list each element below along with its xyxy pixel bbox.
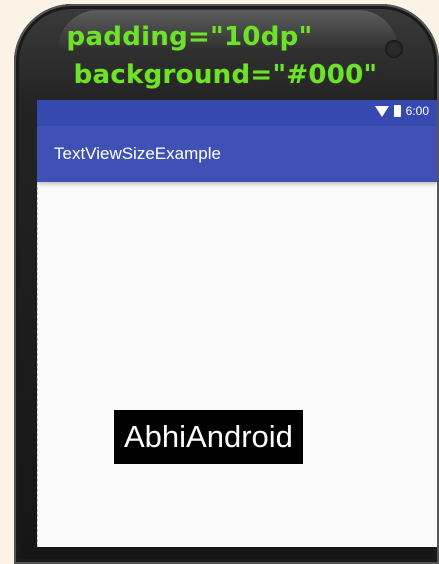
textview-abhiandroid: AbhiAndroid [114, 410, 303, 464]
device-screen: 6:00 TextViewSizeExample AbhiAndroid [37, 100, 437, 547]
battery-icon [393, 105, 401, 117]
status-time: 6:00 [405, 104, 429, 118]
annotation-padding: padding="10dp" [66, 22, 313, 52]
status-bar: 6:00 [37, 100, 437, 126]
app-title: TextViewSizeExample [54, 144, 221, 163]
wifi-icon [374, 105, 389, 117]
content-area: AbhiAndroid [37, 182, 437, 547]
annotation-background: background="#000" [73, 60, 378, 90]
status-icons: 6:00 [374, 104, 429, 118]
app-bar: TextViewSizeExample [37, 126, 437, 182]
